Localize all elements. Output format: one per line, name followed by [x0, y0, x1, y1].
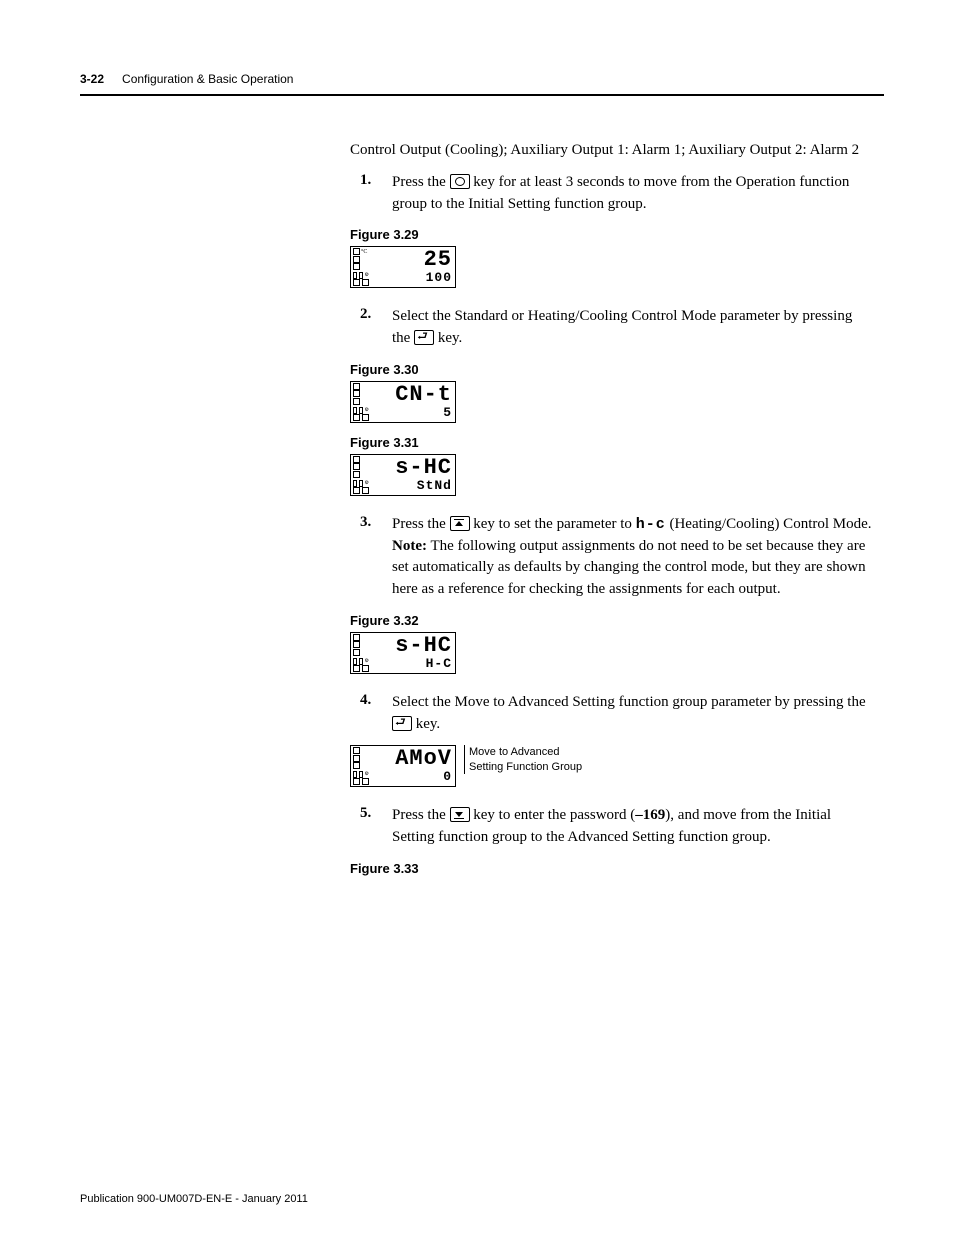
- page-header: 3-22 Configuration & Basic Operation: [80, 72, 884, 96]
- note-label: Note:: [392, 538, 427, 554]
- display-upper: AMoV: [371, 746, 455, 770]
- figure-label: Figure 3.30: [350, 362, 874, 377]
- page-number: 3-22: [80, 72, 104, 86]
- mode-key-icon: [392, 716, 412, 731]
- step-body: Press the key to enter the password (–16…: [392, 805, 874, 849]
- level-key-icon: [450, 174, 470, 189]
- display-lower: H-C: [371, 657, 455, 673]
- display-lower: StNd: [371, 479, 455, 495]
- figure-label: Figure 3.29: [350, 227, 874, 242]
- step-number: 2.: [360, 306, 378, 350]
- figure-label: Figure 3.33: [350, 861, 874, 876]
- display-lower: 5: [371, 406, 455, 422]
- step-number: 3.: [360, 514, 378, 601]
- step-text: key to set the parameter to: [470, 516, 636, 532]
- step-body: Press the key to set the parameter to h-…: [392, 514, 874, 601]
- step-1: 1. Press the key for at least 3 seconds …: [350, 172, 874, 216]
- intro-paragraph: Control Output (Cooling); Auxiliary Outp…: [350, 140, 874, 162]
- step-text: Select the Move to Advanced Setting func…: [392, 694, 866, 710]
- step-text: key to enter the password (: [470, 807, 636, 823]
- display-upper: CN-t: [371, 382, 455, 406]
- section-title: Configuration & Basic Operation: [122, 72, 293, 86]
- content-area: Control Output (Cooling); Auxiliary Outp…: [350, 140, 874, 880]
- side-text: Move to Advanced: [469, 746, 560, 758]
- footer: Publication 900-UM007D-EN-E - January 20…: [80, 1193, 308, 1205]
- controller-display: CN-t ⚙ 5: [350, 381, 456, 423]
- controller-display: °C 25 ⚙ 100: [350, 246, 456, 288]
- step-body: Press the key for at least 3 seconds to …: [392, 172, 874, 216]
- down-key-icon: [450, 807, 470, 822]
- header-rule: [80, 94, 884, 96]
- step-text: key.: [434, 330, 462, 346]
- controller-display: s-HC ⚙ H-C: [350, 632, 456, 674]
- display-upper: 25: [371, 247, 455, 271]
- display-lower: 0: [371, 770, 455, 786]
- mode-key-icon: [414, 330, 434, 345]
- step-5: 5. Press the key to enter the password (…: [350, 805, 874, 849]
- param-hc: h-c: [636, 516, 666, 533]
- step-text: key.: [412, 716, 440, 732]
- step-text: Press the: [392, 807, 450, 823]
- controller-display: AMoV ⚙ 0: [350, 745, 456, 787]
- figure-label: Figure 3.32: [350, 613, 874, 628]
- figure-label: Figure 3.31: [350, 435, 874, 450]
- note-text: The following output assignments do not …: [392, 538, 866, 598]
- step-body: Select the Move to Advanced Setting func…: [392, 692, 874, 736]
- step-3: 3. Press the key to set the parameter to…: [350, 514, 874, 601]
- display-upper: s-HC: [371, 633, 455, 657]
- display-lower: 100: [371, 271, 455, 287]
- step-2: 2. Select the Standard or Heating/Coolin…: [350, 306, 874, 350]
- display-upper: s-HC: [371, 455, 455, 479]
- publication-info: Publication 900-UM007D-EN-E - January 20…: [80, 1193, 308, 1205]
- step-number: 1.: [360, 172, 378, 216]
- password-value: –169: [635, 807, 665, 823]
- step-text: (Heating/Cooling) Control Mode.: [666, 516, 872, 532]
- step-number: 5.: [360, 805, 378, 849]
- up-key-icon: [450, 516, 470, 531]
- side-text: Setting Function Group: [469, 761, 582, 773]
- controller-display: s-HC ⚙ StNd: [350, 454, 456, 496]
- step-text: Press the: [392, 516, 450, 532]
- unit-indicator: °C: [361, 249, 367, 255]
- step-body: Select the Standard or Heating/Cooling C…: [392, 306, 874, 350]
- step-text: Press the: [392, 174, 450, 190]
- step-4: 4. Select the Move to Advanced Setting f…: [350, 692, 874, 736]
- step-number: 4.: [360, 692, 378, 736]
- display-side-label: Move to Advanced Setting Function Group: [464, 745, 582, 774]
